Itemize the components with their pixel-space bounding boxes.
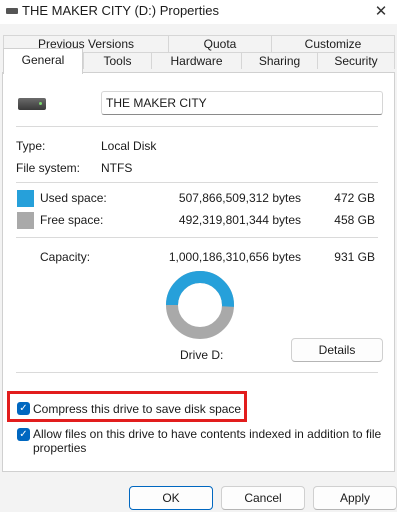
drive-letter-label: Drive D:: [180, 348, 224, 362]
capacity-bytes: 1,000,186,310,656 bytes: [168, 250, 301, 264]
type-value: Local Disk: [101, 139, 157, 153]
compress-label[interactable]: Compress this drive to save disk space: [33, 402, 241, 416]
divider: [16, 237, 378, 238]
capacity-gb: 931 GB: [334, 250, 375, 264]
details-button[interactable]: Details: [291, 338, 383, 362]
drive-icon: [6, 8, 18, 14]
ok-button[interactable]: OK: [129, 486, 213, 510]
window-title: THE MAKER CITY (D:) Properties: [22, 3, 219, 18]
tab-sharing[interactable]: Sharing: [241, 52, 317, 69]
free-space-gb: 458 GB: [334, 213, 375, 227]
tab-hardware[interactable]: Hardware: [151, 52, 241, 69]
index-label-line1[interactable]: Allow files on this drive to have conten…: [33, 427, 381, 441]
file-system-value: NTFS: [101, 161, 133, 175]
used-space-swatch: [17, 190, 34, 207]
apply-button[interactable]: Apply: [313, 486, 397, 510]
free-space-bytes: 492,319,801,344 bytes: [178, 213, 301, 227]
tab-quota[interactable]: Quota: [168, 35, 271, 52]
free-space-swatch: [17, 212, 34, 229]
tab-security[interactable]: Security: [317, 52, 395, 69]
index-label-line2[interactable]: properties: [33, 441, 86, 455]
tab-tools[interactable]: Tools: [83, 52, 151, 69]
divider: [16, 126, 378, 127]
used-space-label: Used space:: [40, 191, 107, 205]
used-space-gb: 472 GB: [334, 191, 375, 205]
divider: [16, 372, 378, 373]
volume-name-input[interactable]: [101, 91, 383, 115]
used-space-bytes: 507,866,509,312 bytes: [178, 191, 301, 205]
index-checkbox[interactable]: ✓: [17, 428, 30, 441]
compress-checkbox[interactable]: ✓: [17, 402, 30, 415]
close-icon[interactable]: ✕: [371, 2, 391, 22]
tab-strip: Previous Versions Quota Customize Genera…: [0, 24, 397, 74]
tab-general[interactable]: General: [3, 48, 83, 74]
usage-donut-chart: [166, 271, 234, 339]
free-space-label: Free space:: [40, 213, 104, 227]
cancel-button[interactable]: Cancel: [221, 486, 305, 510]
tab-customize[interactable]: Customize: [271, 35, 395, 52]
title-bar: THE MAKER CITY (D:) Properties ✕: [0, 0, 397, 24]
divider: [16, 182, 378, 183]
file-system-label: File system:: [16, 161, 81, 175]
capacity-label: Capacity:: [40, 250, 91, 264]
type-label: Type:: [16, 139, 46, 153]
drive-icon: [18, 98, 46, 110]
